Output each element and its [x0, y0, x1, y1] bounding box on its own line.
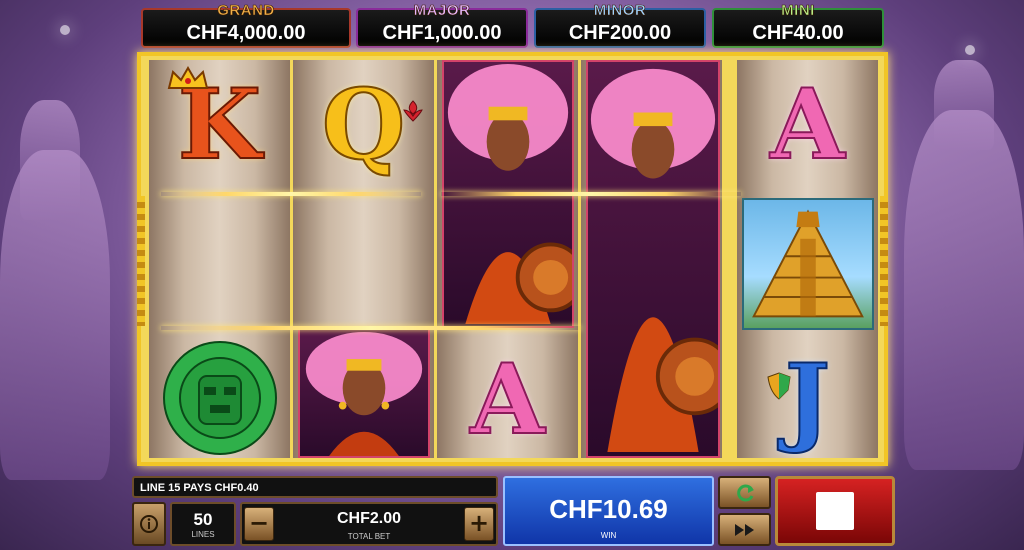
fleur-de-lis-icon	[403, 100, 423, 122]
total-bet-panel: − CHF2.00 TOTAL BET +	[240, 502, 498, 546]
letter-q: Q	[321, 68, 407, 181]
fast-forward-icon	[734, 523, 754, 536]
jackpot-mini-value: CHF40.00	[752, 22, 844, 44]
letter-a: A	[469, 343, 545, 456]
symbol-warrior-woman	[298, 328, 430, 458]
frame-left-marker	[137, 196, 145, 326]
autoplay-button[interactable]	[718, 476, 771, 509]
symbol-ace: A	[737, 60, 878, 190]
symbol-jack: J	[737, 342, 878, 458]
frame-right-marker	[880, 196, 888, 326]
background-sparkle	[965, 45, 975, 55]
pyramid-icon	[752, 209, 864, 318]
jackpot-minor-label: MINOR	[593, 2, 647, 20]
warrior-woman-icon	[305, 331, 423, 456]
letter-a: A	[769, 68, 845, 181]
background-sparkle	[60, 25, 70, 35]
jackpot-mini-label: MINI	[781, 2, 815, 20]
info-icon	[140, 515, 158, 533]
symbol-pyramid	[742, 198, 874, 330]
warrior-woman-full-icon	[590, 68, 718, 453]
jackpot-grand: GRAND CHF4,000.00	[141, 2, 351, 48]
jackpot-minor-value: CHF200.00	[568, 22, 672, 44]
win-value: CHF10.69	[549, 494, 668, 524]
win-message: LINE 15 PAYS CHF0.40	[132, 476, 498, 498]
reel-3: A	[437, 60, 578, 458]
letter-j: J	[784, 343, 831, 456]
symbol-warrior-woman-full	[586, 60, 720, 458]
symbol-king: K	[149, 60, 290, 190]
jackpot-major-label: MAJOR	[413, 2, 471, 20]
stop-spin-button[interactable]	[775, 476, 895, 546]
shield-icon	[767, 372, 791, 400]
lines-label: LINES	[191, 530, 215, 539]
lines-display: 50 LINES	[170, 502, 236, 546]
letter-k: K	[177, 68, 262, 181]
jade-mask-icon	[163, 341, 277, 455]
symbol-ace: A	[437, 342, 578, 458]
win-line-highlight	[441, 192, 741, 196]
jackpot-major: MAJOR CHF1,000.00	[356, 2, 528, 48]
win-label: WIN	[600, 531, 617, 540]
background-rock	[904, 110, 1024, 470]
increase-bet-button[interactable]: +	[464, 507, 494, 541]
reel-2: Q	[293, 60, 434, 458]
info-button[interactable]	[132, 502, 166, 546]
jackpot-grand-label: GRAND	[217, 2, 275, 20]
jackpot-minor: MINOR CHF200.00	[534, 2, 706, 48]
jackpot-major-value: CHF1,000.00	[382, 22, 502, 44]
refresh-icon	[736, 484, 754, 501]
stop-icon	[816, 492, 854, 530]
symbol-queen: Q	[293, 60, 434, 190]
symbol-jade-mask	[159, 338, 281, 456]
lines-value: 50	[193, 510, 213, 529]
crown-icon	[167, 66, 209, 89]
total-bet-value: CHF2.00	[336, 510, 402, 527]
turbo-button[interactable]	[718, 513, 771, 546]
total-bet-label: TOTAL BET	[347, 532, 391, 541]
reel-4	[581, 60, 722, 458]
win-line-highlight	[161, 192, 421, 196]
reel-1: K	[149, 60, 290, 458]
background-rock	[0, 150, 110, 480]
jackpot-mini: MINI CHF40.00	[712, 2, 884, 48]
win-line-highlight	[161, 326, 581, 330]
reel-5: A J	[737, 60, 878, 458]
reels-frame: K Q A A J	[137, 52, 888, 466]
jackpot-grand-value: CHF4,000.00	[186, 22, 306, 44]
win-panel: CHF10.69 WIN	[503, 476, 714, 546]
